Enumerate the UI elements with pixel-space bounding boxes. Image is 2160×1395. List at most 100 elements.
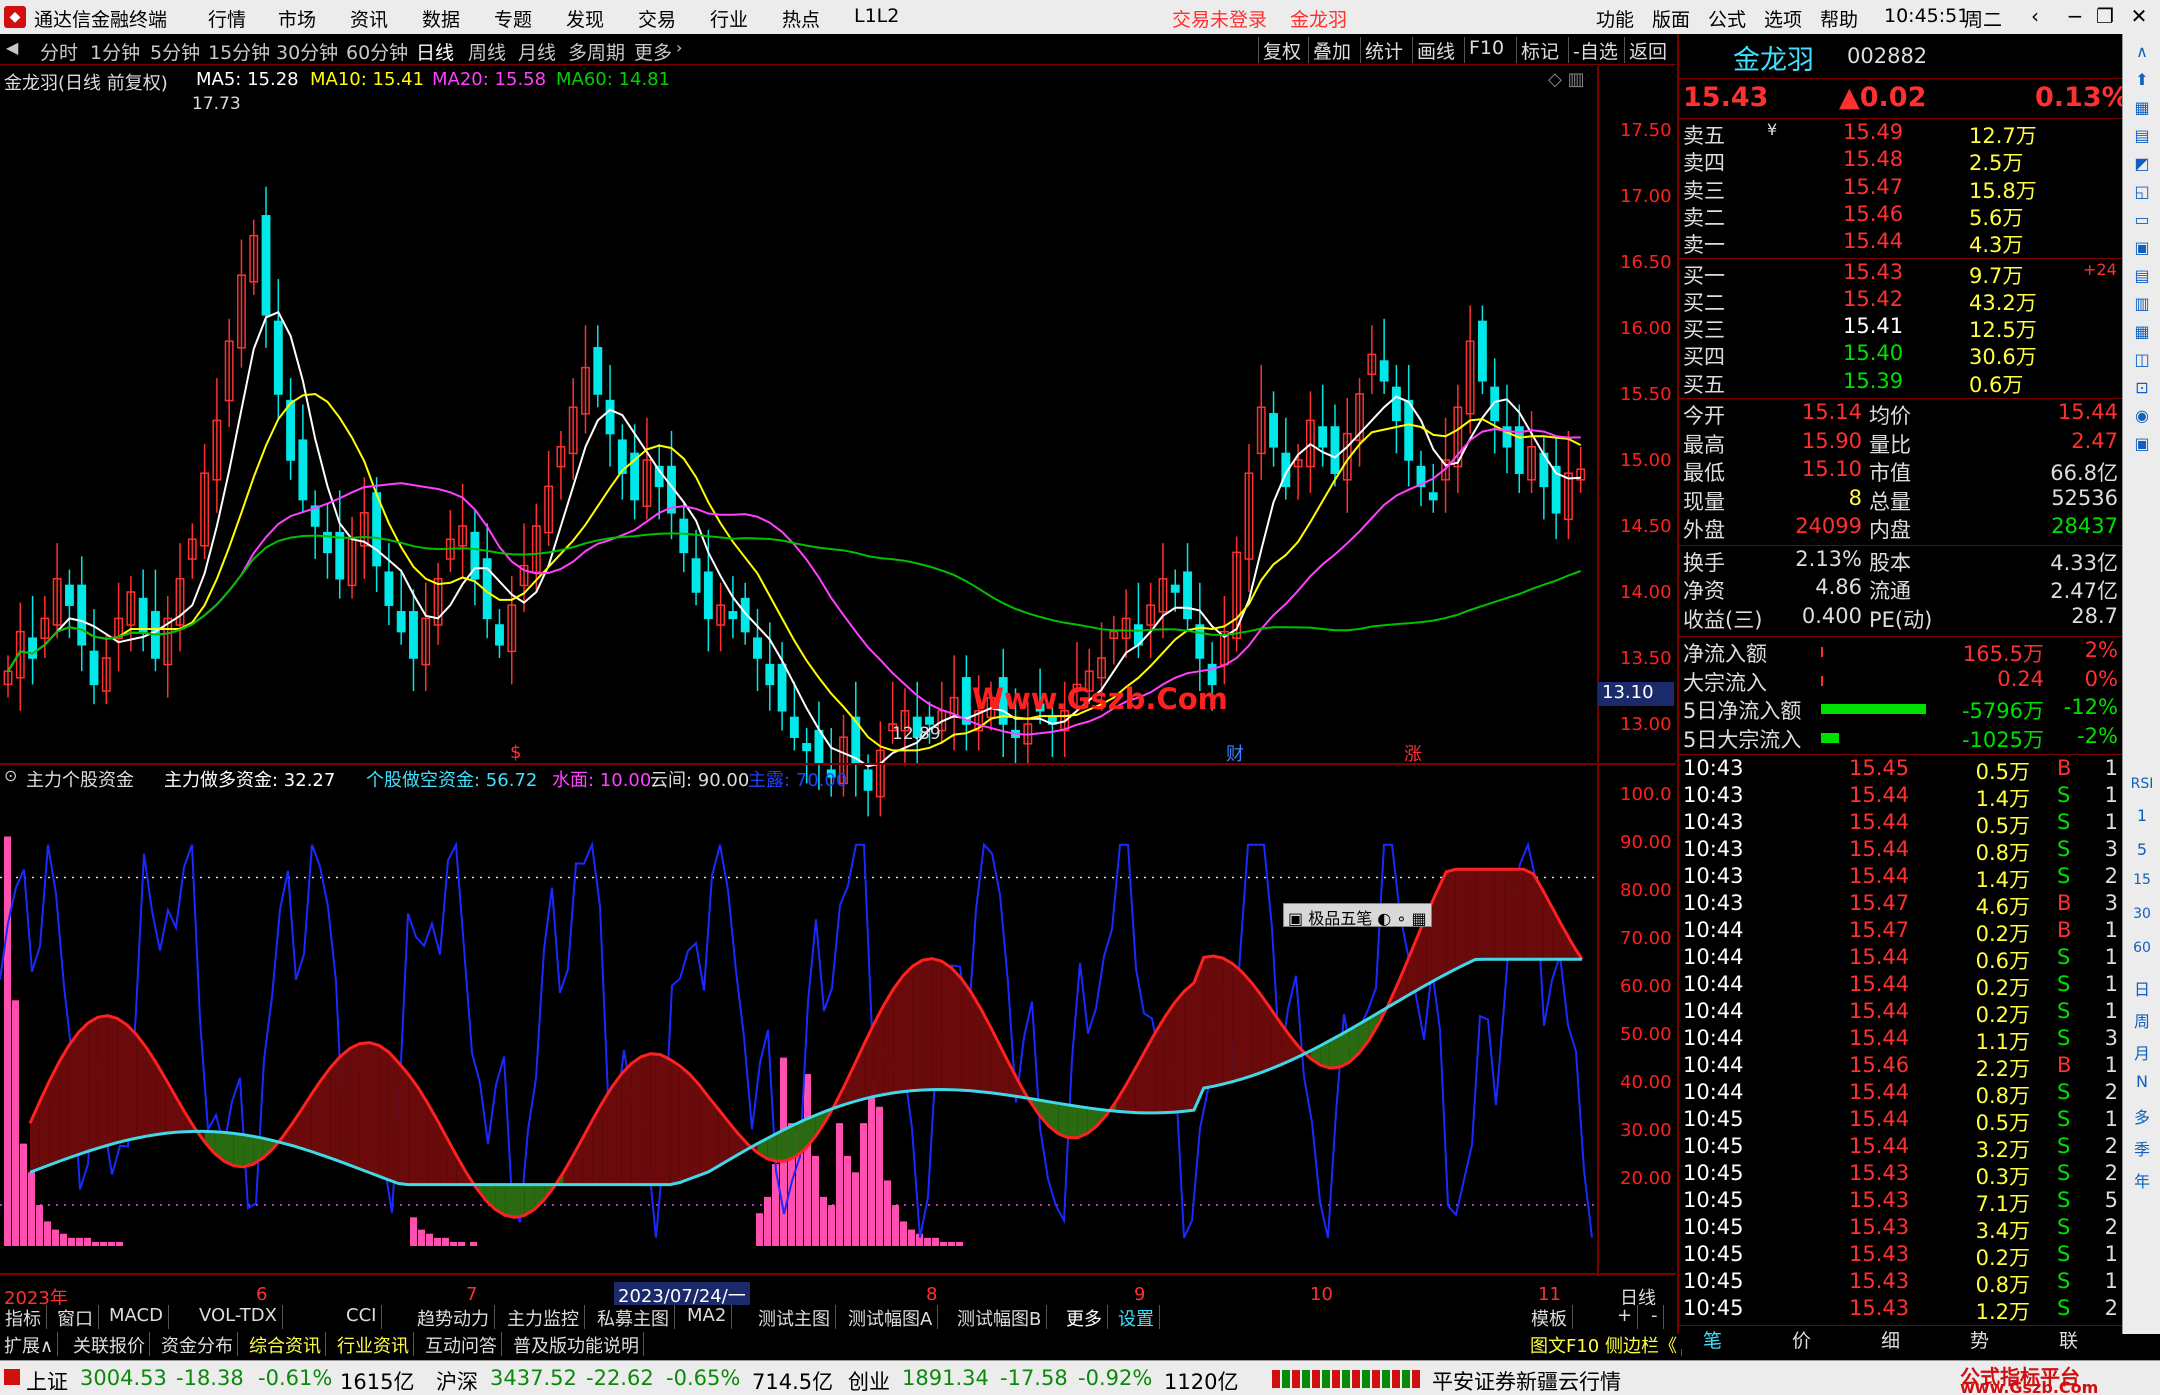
event-mark-finance[interactable]: 财 bbox=[1226, 740, 1244, 766]
sidebar-period-7[interactable]: 周 bbox=[2129, 1008, 2155, 1034]
menu-item-hangqing[interactable]: 行情 bbox=[208, 5, 246, 32]
quote-tab-1[interactable]: 价 bbox=[1792, 1326, 1811, 1353]
menu-item-zhuanti[interactable]: 专题 bbox=[494, 5, 532, 32]
minimize-icon[interactable]: − bbox=[2060, 4, 2090, 30]
sidebar-period-12[interactable]: 年 bbox=[2129, 1168, 2155, 1194]
period-5min[interactable]: 5分钟 bbox=[150, 38, 200, 65]
quote-tab-0[interactable]: 笔 bbox=[1703, 1326, 1722, 1353]
info-tab-0[interactable]: 扩展∧ bbox=[0, 1332, 59, 1357]
sidebar-period-5[interactable]: 60 bbox=[2129, 940, 2155, 966]
menu-item-gongshi[interactable]: 公式 bbox=[1708, 5, 1746, 32]
biaoji-button[interactable]: 标记 bbox=[1516, 37, 1563, 63]
close-icon[interactable]: ✕ bbox=[2124, 4, 2154, 30]
sidebar-period-8[interactable]: 月 bbox=[2129, 1040, 2155, 1066]
tongji-button[interactable]: 统计 bbox=[1360, 37, 1407, 63]
sidebar-period-9[interactable]: N bbox=[2129, 1072, 2155, 1098]
sidebar-period-0[interactable]: RSI bbox=[2129, 776, 2155, 802]
sidebar-period-3[interactable]: 15 bbox=[2129, 872, 2155, 898]
indicator-tab-right-1[interactable]: + bbox=[1612, 1305, 1639, 1329]
event-mark-limit[interactable]: 涨 bbox=[1404, 740, 1422, 766]
sidebar-period-4[interactable]: 30 bbox=[2129, 906, 2155, 932]
indicator-tab-4[interactable]: CCI bbox=[341, 1305, 383, 1329]
ask-row[interactable]: 卖四 15.48 2.5万 bbox=[1679, 147, 2124, 175]
back-icon[interactable]: ‹ bbox=[2020, 4, 2050, 30]
sidebar-tool-icon[interactable]: ▣ bbox=[2129, 238, 2155, 264]
menu-item-shuju[interactable]: 数据 bbox=[422, 5, 460, 32]
sidebar-tool-icon[interactable]: ⬆ bbox=[2129, 70, 2155, 96]
period-fenshi[interactable]: 分时 bbox=[40, 38, 78, 65]
chart-settings-icon[interactable]: ◇ ▥ bbox=[1548, 69, 1585, 90]
sidebar-tool-icon[interactable]: ▤ bbox=[2129, 266, 2155, 292]
sidebar-period-2[interactable]: 5 bbox=[2129, 840, 2155, 866]
sidebar-tool-icon[interactable]: ▥ bbox=[2129, 294, 2155, 320]
fanhui-button[interactable]: 返回 bbox=[1624, 37, 1671, 63]
ime-popup[interactable]: ▣ 极品五笔 ◐ ∘ ▦ bbox=[1283, 903, 1432, 928]
sidebar-tool-icon[interactable]: ▣ bbox=[2129, 434, 2155, 460]
info-tab-2[interactable]: 资金分布 bbox=[157, 1332, 238, 1357]
info-tab-6[interactable]: 普及版功能说明 bbox=[509, 1332, 644, 1357]
diejia-button[interactable]: 叠加 bbox=[1308, 37, 1355, 63]
period-daily[interactable]: 日线 bbox=[416, 38, 454, 65]
menu-item-redian[interactable]: 热点 bbox=[782, 5, 820, 32]
period-30min[interactable]: 30分钟 bbox=[276, 38, 338, 65]
menu-item-xuanxiang[interactable]: 选项 bbox=[1764, 5, 1802, 32]
period-more[interactable]: 更多 bbox=[634, 38, 672, 65]
sidebar-tool-icon[interactable]: ∧ bbox=[2129, 42, 2155, 68]
bid-row[interactable]: 买四 15.40 30.6万 bbox=[1679, 341, 2124, 369]
info-tab-1[interactable]: 关联报价 bbox=[69, 1332, 150, 1357]
sidebar-tool-icon[interactable]: ▦ bbox=[2129, 322, 2155, 348]
sub-indicator-name[interactable]: 主力个股资金 bbox=[26, 766, 134, 792]
quote-tab-4[interactable]: 联 bbox=[2059, 1326, 2078, 1353]
huaxian-button[interactable]: 画线 bbox=[1412, 37, 1459, 63]
menu-item-faxian[interactable]: 发现 bbox=[566, 5, 604, 32]
bid-row[interactable]: 买三 15.41 12.5万 bbox=[1679, 314, 2124, 342]
period-multi[interactable]: 多周期 bbox=[568, 38, 625, 65]
indicator-tab-8[interactable]: MA2 bbox=[682, 1305, 733, 1329]
menu-item-hangye[interactable]: 行业 bbox=[710, 5, 748, 32]
menu-item-jiaoyi[interactable]: 交易 bbox=[638, 5, 676, 32]
period-1min[interactable]: 1分钟 bbox=[90, 38, 140, 65]
quote-tab-2[interactable]: 细 bbox=[1881, 1326, 1900, 1353]
bid-row[interactable]: 买五 15.39 0.6万 bbox=[1679, 369, 2124, 397]
sidebar-tool-icon[interactable]: ▭ bbox=[2129, 210, 2155, 236]
fuquan-button[interactable]: 复权 bbox=[1258, 37, 1305, 63]
ask-row[interactable]: 卖五 ¥15.49 12.7万 bbox=[1679, 120, 2124, 148]
info-tab-3[interactable]: 综合资讯 bbox=[245, 1332, 326, 1357]
ask-row[interactable]: 卖三 15.47 15.8万 bbox=[1679, 175, 2124, 203]
indicator-tab-5[interactable]: 趋势动力 bbox=[412, 1305, 495, 1330]
indicator-tab-13[interactable]: 设置 bbox=[1113, 1305, 1160, 1330]
sz-label[interactable]: 沪深 bbox=[436, 1366, 478, 1395]
zixuan-button[interactable]: -自选 bbox=[1568, 37, 1622, 63]
restore-icon[interactable]: ❐ bbox=[2090, 4, 2120, 30]
sidebar-period-1[interactable]: 1 bbox=[2129, 806, 2155, 832]
menu-item-l1l2[interactable]: L1L2 bbox=[854, 5, 899, 27]
indicator-tab-2[interactable]: MACD bbox=[104, 1305, 169, 1329]
sub-collapse-icon[interactable]: ⊙ bbox=[4, 766, 17, 785]
indicator-tab-6[interactable]: 主力监控 bbox=[502, 1305, 585, 1330]
sidebar-period-10[interactable]: 多 bbox=[2129, 1104, 2155, 1130]
sidebar-period-11[interactable]: 季 bbox=[2129, 1136, 2155, 1162]
cy-label[interactable]: 创业 bbox=[848, 1366, 890, 1395]
sidebar-period-6[interactable]: 日 bbox=[2129, 976, 2155, 1002]
period-60min[interactable]: 60分钟 bbox=[346, 38, 408, 65]
indicator-tab-12[interactable]: 更多 bbox=[1061, 1305, 1108, 1330]
more-chevron-icon[interactable]: › bbox=[676, 38, 682, 57]
menu-item-shichang[interactable]: 市场 bbox=[278, 5, 316, 32]
period-weekly[interactable]: 周线 bbox=[468, 38, 506, 65]
info-tab-5[interactable]: 互动问答 bbox=[421, 1332, 502, 1357]
kline-chart[interactable] bbox=[0, 66, 1676, 1294]
menu-item-gongneng[interactable]: 功能 bbox=[1596, 5, 1634, 32]
event-mark-dividend[interactable]: $ bbox=[510, 742, 521, 763]
indicator-tab-0[interactable]: 指标 bbox=[0, 1305, 47, 1330]
indicator-tab-1[interactable]: 窗口 bbox=[52, 1305, 99, 1330]
ask-row[interactable]: 卖一 15.44 4.3万 bbox=[1679, 229, 2124, 257]
info-tab-side[interactable]: 图文F10 侧边栏《 bbox=[1526, 1332, 1682, 1357]
indicator-tab-9[interactable]: 测试主图 bbox=[753, 1305, 836, 1330]
indicator-tab-10[interactable]: 测试幅图A bbox=[843, 1305, 939, 1330]
sidebar-tool-icon[interactable]: ▤ bbox=[2129, 126, 2155, 152]
bid-row[interactable]: 买一 15.43 9.7万 +24 bbox=[1679, 260, 2124, 288]
period-monthly[interactable]: 月线 bbox=[518, 38, 556, 65]
sidebar-tool-icon[interactable]: ▦ bbox=[2129, 98, 2155, 124]
indicator-tab-3[interactable]: VOL-TDX bbox=[194, 1305, 283, 1329]
toolbar-collapse-icon[interactable]: ◀ bbox=[6, 38, 18, 57]
